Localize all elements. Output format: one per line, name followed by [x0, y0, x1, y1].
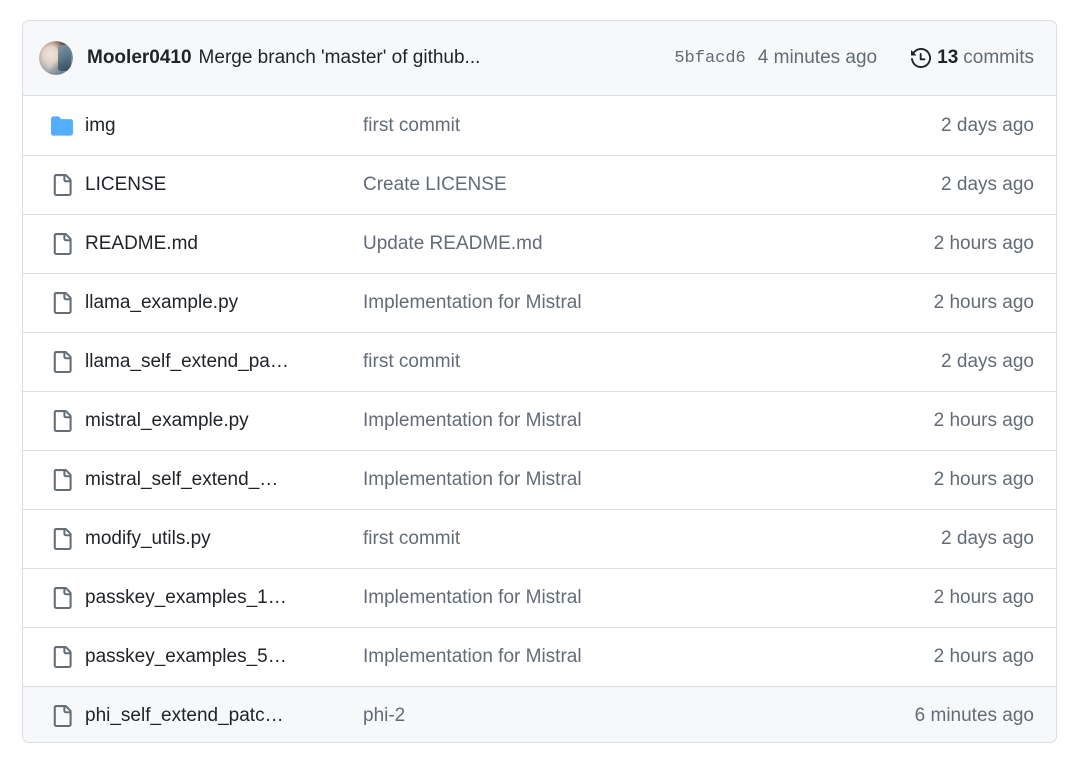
- file-commit-time: 2 hours ago: [933, 292, 1034, 313]
- file-row[interactable]: mistral_self_extend_… Implementation for …: [23, 450, 1056, 509]
- file-icon: [53, 705, 72, 727]
- file-commit-message[interactable]: first commit: [363, 351, 941, 373]
- file-commit-time: 2 hours ago: [933, 469, 1034, 490]
- file-name[interactable]: passkey_examples_5…: [85, 646, 363, 668]
- file-commit-message[interactable]: first commit: [363, 528, 941, 550]
- file-row[interactable]: llama_example.py Implementation for Mistr…: [23, 273, 1056, 332]
- file-row[interactable]: mistral_example.py Implementation for Mis…: [23, 391, 1056, 450]
- history-icon: [911, 48, 932, 68]
- file-name[interactable]: LICENSE: [85, 174, 363, 196]
- file-commit-message[interactable]: Implementation for Mistral: [363, 292, 934, 314]
- file-name[interactable]: llama_example.py: [85, 292, 363, 314]
- file-row[interactable]: modify_utils.py first commit 2 days ago: [23, 509, 1056, 568]
- folder-icon: [51, 115, 73, 136]
- commit-author[interactable]: Mooler0410: [87, 47, 192, 69]
- file-commit-message[interactable]: Implementation for Mistral: [363, 587, 934, 609]
- file-row[interactable]: passkey_examples_1… Implementation for Mi…: [23, 568, 1056, 627]
- file-icon: [53, 587, 72, 609]
- file-icon-cell: [39, 174, 85, 196]
- file-icon-cell: [39, 351, 85, 373]
- file-icon-cell: [39, 292, 85, 314]
- file-commit-time: 6 minutes ago: [914, 705, 1034, 726]
- file-icon: [53, 528, 72, 550]
- file-list: img first commit 2 days ago LICENSE Create L…: [23, 96, 1056, 742]
- commits-count: 13: [937, 47, 959, 68]
- file-commit-message[interactable]: phi-2: [363, 705, 915, 727]
- file-icon-cell: [39, 410, 85, 432]
- file-row[interactable]: passkey_examples_5… Implementation for Mi…: [23, 627, 1056, 686]
- file-icon: [53, 233, 72, 255]
- file-row[interactable]: phi_self_extend_patc… phi-2 6 minutes ago: [23, 686, 1056, 742]
- file-commit-message[interactable]: first commit: [363, 115, 941, 137]
- file-name[interactable]: llama_self_extend_pa…: [85, 351, 363, 373]
- commit-hash[interactable]: 5bfacd6: [674, 49, 745, 68]
- avatar-image: [39, 41, 73, 75]
- file-commit-message[interactable]: Implementation for Mistral: [363, 410, 934, 432]
- file-row[interactable]: llama_self_extend_pa… first commit 2 days …: [23, 332, 1056, 391]
- file-commit-time: 2 hours ago: [933, 587, 1034, 608]
- file-icon-cell: [39, 646, 85, 668]
- file-icon: [53, 469, 72, 491]
- file-commit-time: 2 hours ago: [933, 233, 1034, 254]
- file-icon: [53, 174, 72, 196]
- commits-label: commits: [963, 47, 1034, 68]
- file-commit-time: 2 hours ago: [933, 410, 1034, 431]
- avatar[interactable]: [39, 41, 73, 75]
- file-name[interactable]: passkey_examples_1…: [85, 587, 363, 609]
- file-commit-time: 2 days ago: [941, 528, 1034, 549]
- file-name[interactable]: mistral_self_extend_…: [85, 469, 363, 491]
- file-icon-cell: [39, 469, 85, 491]
- file-icon: [53, 646, 72, 668]
- repository-file-browser: Mooler0410 Merge branch 'master' of gith…: [22, 20, 1057, 743]
- file-commit-message[interactable]: Update README.md: [363, 233, 934, 255]
- file-commit-time: 2 days ago: [941, 114, 1034, 136]
- commit-relative-time: 4 minutes ago: [757, 47, 878, 68]
- file-icon: [53, 410, 72, 432]
- file-row[interactable]: LICENSE Create LICENSE 2 days ago: [23, 155, 1056, 214]
- file-name[interactable]: modify_utils.py: [85, 528, 363, 550]
- file-icon-cell: [39, 705, 85, 727]
- file-row[interactable]: img first commit 2 days ago: [23, 96, 1056, 155]
- file-commit-time: 2 hours ago: [933, 646, 1034, 667]
- file-icon-cell: [39, 233, 85, 255]
- file-name[interactable]: phi_self_extend_patc…: [85, 705, 363, 727]
- file-commit-time: 2 days ago: [941, 351, 1034, 372]
- file-commit-message[interactable]: Create LICENSE: [363, 174, 941, 196]
- file-name[interactable]: img: [85, 115, 363, 137]
- file-icon: [53, 351, 72, 373]
- file-name[interactable]: README.md: [85, 233, 363, 255]
- file-commit-message[interactable]: Implementation for Mistral: [363, 646, 934, 668]
- file-commit-time: 2 days ago: [941, 174, 1034, 195]
- file-icon-cell: [39, 115, 85, 137]
- commit-message[interactable]: Merge branch 'master' of github...: [199, 47, 481, 69]
- file-commit-message[interactable]: Implementation for Mistral: [363, 469, 934, 491]
- file-row[interactable]: README.md Update README.md 2 hours ago: [23, 214, 1056, 273]
- file-icon-cell: [39, 587, 85, 609]
- file-icon-cell: [39, 528, 85, 550]
- file-icon: [53, 292, 72, 314]
- commits-link[interactable]: 13 commits: [911, 47, 1034, 69]
- latest-commit-header: Mooler0410 Merge branch 'master' of gith…: [23, 21, 1056, 96]
- file-name[interactable]: mistral_example.py: [85, 410, 363, 432]
